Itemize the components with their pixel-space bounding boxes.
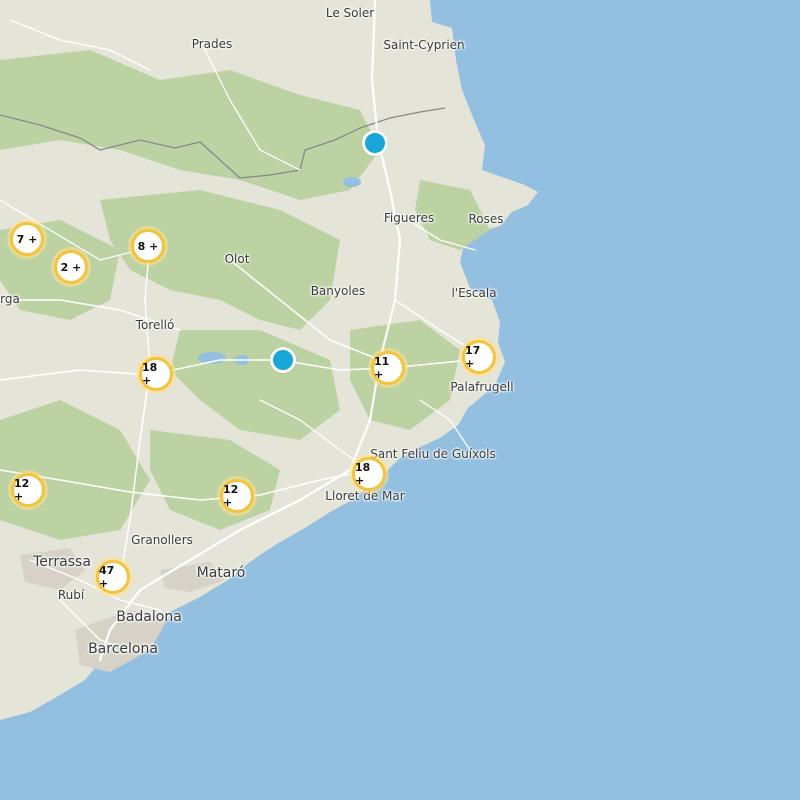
cluster-marker[interactable]: 47 + bbox=[93, 557, 133, 597]
cluster-marker[interactable]: 17 + bbox=[459, 337, 499, 377]
place-label-roses: Roses bbox=[468, 212, 504, 226]
location-pin[interactable] bbox=[270, 347, 296, 373]
place-label-granollers: Granollers bbox=[131, 533, 193, 547]
cluster-marker[interactable]: 18 + bbox=[349, 454, 389, 494]
cluster-count: 18 + bbox=[352, 457, 386, 491]
place-label-sant-feliu: Sant Feliu de Guíxols bbox=[370, 447, 496, 461]
place-label-badalona: Badalona bbox=[116, 609, 182, 625]
cluster-count: 18 + bbox=[139, 357, 173, 391]
cluster-marker[interactable]: 12 + bbox=[217, 476, 257, 516]
cluster-count: 7 + bbox=[10, 222, 44, 256]
cluster-marker[interactable]: 7 + bbox=[7, 219, 47, 259]
place-label-banyoles: Banyoles bbox=[310, 284, 366, 298]
place-label-terrassa: Terrassa bbox=[33, 554, 91, 570]
cluster-count: 12 + bbox=[220, 479, 254, 513]
place-label-figueres: Figueres bbox=[383, 211, 435, 225]
place-label-palafrugell: Palafrugell bbox=[450, 380, 514, 394]
place-label-rubi: Rubí bbox=[57, 588, 85, 602]
place-label-saint-cyprien: Saint-Cyprien bbox=[383, 38, 465, 52]
place-label-olot: Olot bbox=[224, 252, 250, 266]
place-label-barcelona: Barcelona bbox=[88, 641, 158, 657]
place-label-mataro: Mataró bbox=[196, 565, 246, 581]
place-label-rga: rga bbox=[0, 292, 20, 306]
cluster-count: 12 + bbox=[11, 473, 45, 507]
place-label-prades: Prades bbox=[191, 37, 233, 51]
cluster-count: 47 + bbox=[96, 560, 130, 594]
cluster-marker[interactable]: 18 + bbox=[136, 354, 176, 394]
cluster-marker[interactable]: 11 + bbox=[368, 348, 408, 388]
cluster-count: 17 + bbox=[462, 340, 496, 374]
place-label-torello: Torelló bbox=[135, 318, 175, 332]
cluster-count: 11 + bbox=[371, 351, 405, 385]
place-label-le-soler: Le Soler bbox=[325, 6, 375, 20]
map-canvas[interactable]: Le Soler Prades Saint-Cyprien Figueres R… bbox=[0, 0, 800, 800]
place-label-lescala: l'Escala bbox=[451, 286, 497, 300]
cluster-count: 2 + bbox=[54, 250, 88, 284]
cluster-count: 8 + bbox=[131, 229, 165, 263]
map-base-layer bbox=[0, 0, 800, 800]
cluster-marker[interactable]: 2 + bbox=[51, 247, 91, 287]
cluster-marker[interactable]: 8 + bbox=[128, 226, 168, 266]
cluster-marker[interactable]: 12 + bbox=[8, 470, 48, 510]
location-pin[interactable] bbox=[362, 130, 388, 156]
